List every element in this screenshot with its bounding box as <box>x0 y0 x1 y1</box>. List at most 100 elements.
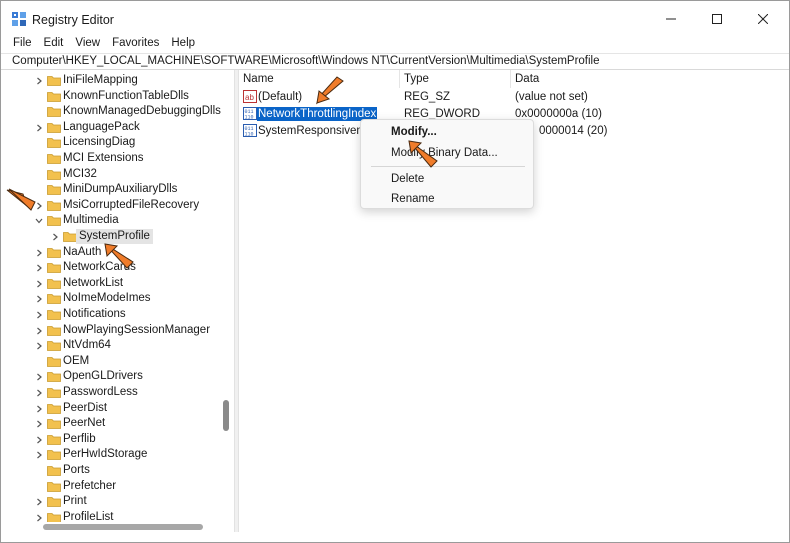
tree-item-mci32[interactable]: MCI32 <box>1 167 221 182</box>
folder-icon <box>47 91 61 102</box>
chevron-down-icon[interactable] <box>34 216 44 226</box>
chevron-right-icon[interactable] <box>34 419 44 429</box>
tree-item-peernet[interactable]: PeerNet <box>1 416 221 431</box>
chevron-right-icon[interactable] <box>34 279 44 289</box>
chevron-right-icon[interactable] <box>34 294 44 304</box>
folder-icon <box>47 325 61 336</box>
tree-horizontal-scrollbar[interactable] <box>1 521 234 531</box>
tree-item-languagepack[interactable]: LanguagePack <box>1 120 221 135</box>
chevron-right-icon[interactable] <box>34 310 44 320</box>
tree-item-ports[interactable]: Ports <box>1 463 221 478</box>
column-header-data[interactable]: Data <box>515 73 539 85</box>
chevron-right-icon[interactable] <box>34 388 44 398</box>
tree-horizontal-scroll-thumb[interactable] <box>43 524 203 530</box>
tree-item-peerdist[interactable]: PeerDist <box>1 401 221 416</box>
tree-item-label: OEM <box>63 354 90 367</box>
folder-icon <box>47 138 61 149</box>
annotation-arrow-icon <box>6 188 36 211</box>
folder-icon <box>47 310 61 320</box>
tree-item-prefetcher[interactable]: Prefetcher <box>1 479 221 494</box>
maximize-button[interactable] <box>694 1 740 37</box>
menu-bar: File Edit View Favorites Help <box>1 35 789 53</box>
tree-item-perhwidstorage[interactable]: PerHwIdStorage <box>1 447 221 462</box>
menu-edit[interactable]: Edit <box>38 35 70 53</box>
column-divider[interactable] <box>399 70 400 88</box>
status-bar <box>1 532 789 542</box>
tree-item-label: MiniDumpAuxiliaryDlls <box>63 183 178 196</box>
tree-item-nowplayingsessionmanager[interactable]: NowPlayingSessionManager <box>1 323 221 338</box>
maximize-icon <box>712 14 722 24</box>
tree-item-label: PerHwIdStorage <box>63 448 148 461</box>
folder-icon <box>47 200 61 211</box>
registry-key-tree[interactable]: IniFileMapping KnownFunctionTableDlls Know… <box>1 70 234 522</box>
folder-icon <box>47 450 61 461</box>
chevron-right-icon[interactable] <box>34 326 44 336</box>
context-menu-modify[interactable]: Modify... <box>391 125 437 139</box>
tree-item-label: KnownFunctionTableDlls <box>63 89 189 102</box>
tree-item-label: MCI32 <box>63 167 97 180</box>
tree-item-ntvdm64[interactable]: NtVdm64 <box>1 338 221 353</box>
tree-item-notifications[interactable]: Notifications <box>1 307 221 322</box>
chevron-right-icon[interactable] <box>50 232 60 242</box>
chevron-right-icon[interactable] <box>34 372 44 382</box>
title-bar[interactable]: Registry Editor <box>1 1 789 37</box>
column-header-name[interactable]: Name <box>243 73 274 85</box>
address-bar[interactable]: Computer\HKEY_LOCAL_MACHINE\SOFTWARE\Mic… <box>1 53 789 70</box>
value-name-selected: NetworkThrottlingIndex <box>257 107 378 121</box>
context-menu-delete[interactable]: Delete <box>391 172 424 186</box>
chevron-right-icon[interactable] <box>34 435 44 445</box>
tree-item-label: NtVdm64 <box>63 339 111 352</box>
tree-item-label: Print <box>63 495 87 508</box>
tree-item-inifilemapping[interactable]: IniFileMapping <box>1 73 221 88</box>
tree-item-label: LicensingDiag <box>63 136 136 149</box>
chevron-right-icon[interactable] <box>34 263 44 273</box>
chevron-right-icon[interactable] <box>34 497 44 507</box>
tree-item-print[interactable]: Print <box>1 494 221 509</box>
tree-item-knownmanageddebuggingdlls[interactable]: KnownManagedDebuggingDlls <box>1 104 221 119</box>
chevron-right-icon[interactable] <box>34 450 44 460</box>
string-value-icon: ab <box>243 90 257 103</box>
value-type: REG_SZ <box>404 91 451 103</box>
tree-item-knownfunctiontabledlls[interactable]: KnownFunctionTableDlls <box>1 89 221 104</box>
tree-item-mci-extensions[interactable]: MCI Extensions <box>1 151 221 166</box>
context-menu-rename[interactable]: Rename <box>391 192 434 206</box>
binary-value-icon: 011 110 <box>243 107 257 120</box>
tree-item-opengldrivers[interactable]: OpenGLDrivers <box>1 369 221 384</box>
minimize-button[interactable] <box>648 1 694 37</box>
column-divider[interactable] <box>510 70 511 88</box>
menu-view[interactable]: View <box>69 35 106 53</box>
chevron-right-icon[interactable] <box>34 248 44 258</box>
folder-icon <box>47 356 61 367</box>
tree-item-label: Prefetcher <box>63 479 117 492</box>
tree-item-label: NetworkList <box>63 276 124 289</box>
tree-vertical-scrollbar[interactable] <box>220 70 234 522</box>
binary-value-icon: 011 110 <box>243 124 257 137</box>
folder-icon <box>47 403 61 414</box>
menu-help[interactable]: Help <box>165 35 201 53</box>
tree-item-label: PeerNet <box>63 417 106 430</box>
folder-icon <box>47 341 61 352</box>
tree-item-passwordless[interactable]: PasswordLess <box>1 385 221 400</box>
folder-icon <box>47 388 61 398</box>
tree-item-oem[interactable]: OEM <box>1 354 221 369</box>
chevron-right-icon[interactable] <box>34 404 44 414</box>
tree-item-perflib[interactable]: Perflib <box>1 432 221 447</box>
svg-text:ab: ab <box>245 93 254 102</box>
chevron-right-icon[interactable] <box>34 341 44 351</box>
tree-item-label: LanguagePack <box>63 120 140 133</box>
tree-vertical-scroll-thumb[interactable] <box>223 400 229 431</box>
column-header-type[interactable]: Type <box>404 73 429 85</box>
close-button[interactable] <box>740 1 786 37</box>
tree-item-networklist[interactable]: NetworkList <box>1 276 221 291</box>
tree-item-licensingdiag[interactable]: LicensingDiag <box>1 135 221 150</box>
close-icon <box>758 14 768 24</box>
folder-icon <box>47 185 61 196</box>
chevron-right-icon[interactable] <box>34 123 44 133</box>
menu-file[interactable]: File <box>1 35 38 53</box>
menu-favorites[interactable]: Favorites <box>106 35 165 53</box>
folder-icon <box>47 76 61 86</box>
tree-item-noimemodeimes[interactable]: NoImeModeImes <box>1 291 221 306</box>
folder-icon <box>47 434 61 445</box>
chevron-right-icon[interactable] <box>34 76 44 86</box>
context-menu: Modify... Modify Binary Data... Delete R… <box>360 119 534 209</box>
